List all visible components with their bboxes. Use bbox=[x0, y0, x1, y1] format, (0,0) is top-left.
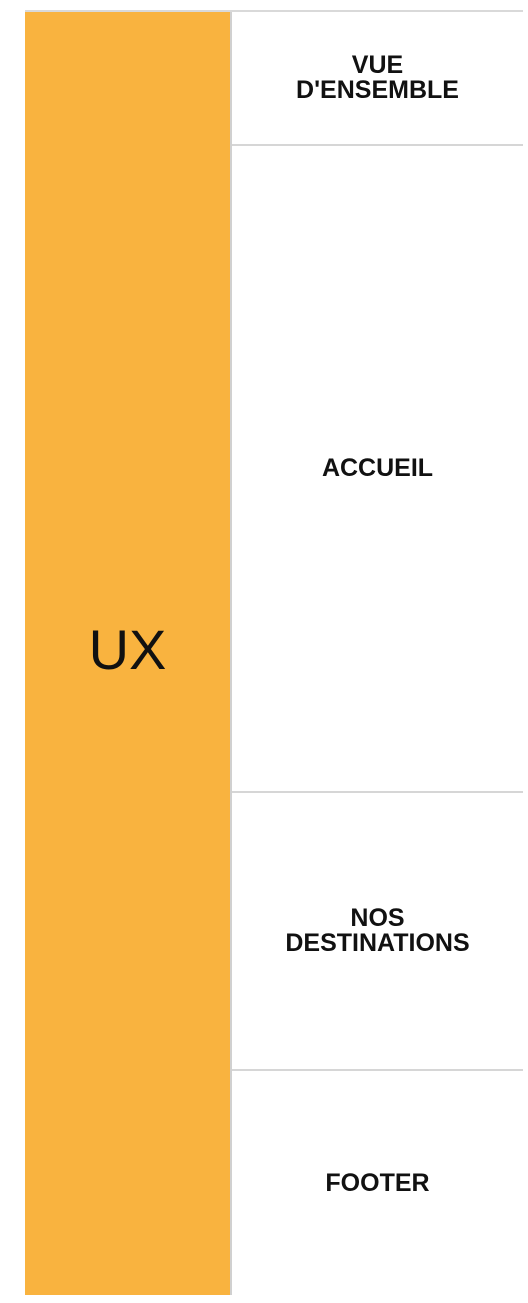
section-label-overview: VUE D'ENSEMBLE bbox=[296, 51, 459, 104]
section-row-accueil: ACCUEIL bbox=[232, 146, 523, 793]
category-cell: UX bbox=[25, 12, 232, 1295]
section-label-destinations: NOS DESTINATIONS bbox=[285, 904, 470, 957]
section-row-overview: VUE D'ENSEMBLE bbox=[232, 12, 523, 146]
section-row-footer: FOOTER bbox=[232, 1071, 523, 1295]
category-label: UX bbox=[88, 618, 167, 681]
section-row-destinations: NOS DESTINATIONS bbox=[232, 793, 523, 1071]
sections-column: VUE D'ENSEMBLE ACCUEIL NOS DESTINATIONS … bbox=[232, 12, 523, 1295]
section-label-footer: FOOTER bbox=[325, 1168, 430, 1197]
ux-sections-table: UX VUE D'ENSEMBLE ACCUEIL NOS DESTINATIO… bbox=[25, 10, 523, 1295]
section-label-accueil: ACCUEIL bbox=[321, 454, 434, 482]
